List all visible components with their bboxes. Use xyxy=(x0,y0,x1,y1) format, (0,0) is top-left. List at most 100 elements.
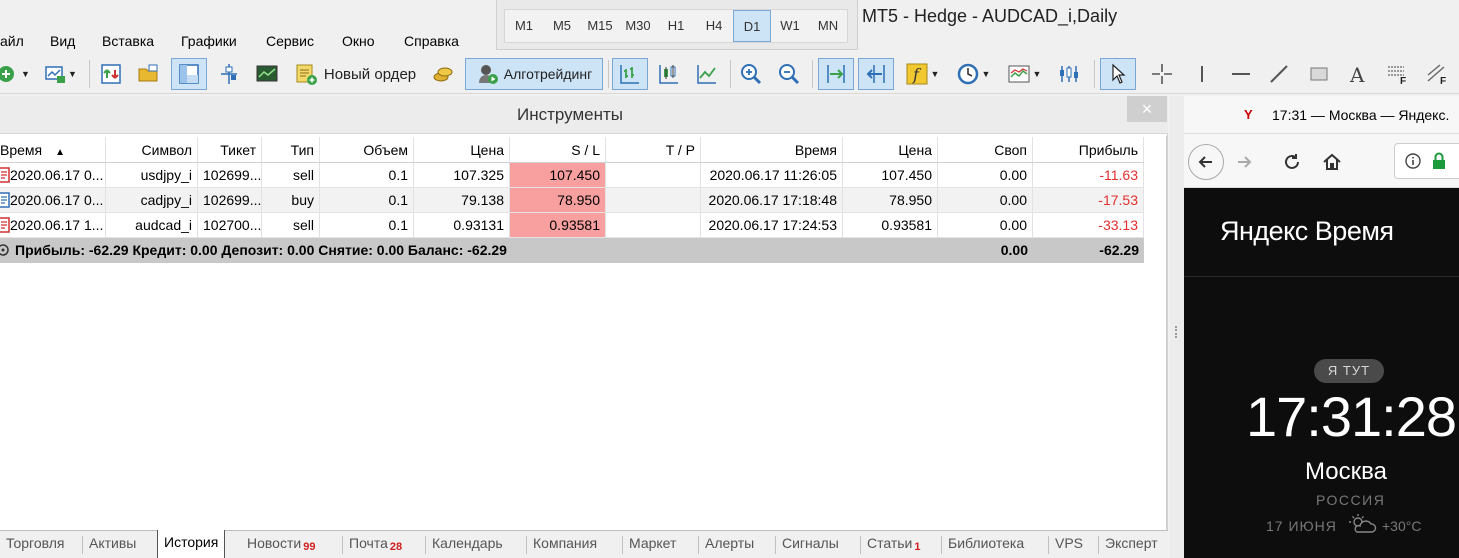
autoscroll-button[interactable] xyxy=(818,58,854,90)
tab-9[interactable]: Алерты xyxy=(699,531,760,558)
cursor-button[interactable] xyxy=(1100,58,1136,90)
toolbox-icon xyxy=(221,64,237,84)
strategy-tester-button[interactable] xyxy=(251,58,283,90)
terminal-window: MT5 - Hedge - AUDCAD_i,Daily M1 M5 M15 M30 H… xyxy=(0,0,1459,558)
country-name: РОССИЯ xyxy=(1316,492,1386,508)
chart-shift-button[interactable] xyxy=(858,58,894,90)
table-row[interactable]: 2020.06.17 1... audcad_i 102700... sell 0.1 0… xyxy=(0,213,1144,238)
fibonacci-button[interactable]: F xyxy=(1380,58,1414,90)
column-header-volume[interactable]: Объем xyxy=(320,137,414,162)
column-header-close-time[interactable]: Время xyxy=(701,137,843,162)
close-panel-button[interactable]: × xyxy=(1127,96,1167,122)
column-header-symbol[interactable]: Символ xyxy=(106,137,198,162)
menu-file[interactable]: айл xyxy=(0,33,24,49)
timeframe-m1-button[interactable]: M1 xyxy=(505,10,543,42)
text-button[interactable]: A xyxy=(1342,58,1374,90)
tab-5[interactable]: Почта 28 xyxy=(343,531,408,558)
timeframe-mn-button[interactable]: MN xyxy=(809,10,847,42)
new-order-button[interactable]: Новый ордер xyxy=(290,58,420,90)
tab-6[interactable]: Календарь xyxy=(426,531,509,558)
browser-tab[interactable]: Y 17:31 — Москва — Яндекс. xyxy=(1184,96,1459,134)
cell-type: buy xyxy=(262,188,320,212)
yandex-time-logo[interactable]: Яндекс Время xyxy=(1220,216,1394,247)
navigator-button[interactable] xyxy=(171,58,207,90)
zoom-in-button[interactable] xyxy=(735,58,767,90)
column-header-ticket[interactable]: Тикет xyxy=(198,137,262,162)
summary-swap: 0.00 xyxy=(1000,242,1028,258)
new-chart-button[interactable]: ▼ xyxy=(0,58,30,90)
table-row[interactable]: 2020.06.17 0... usdjpy_i 102699... sell 0.1 1… xyxy=(0,163,1144,188)
column-header-price[interactable]: Цена xyxy=(414,137,510,162)
tab-2[interactable]: Активы xyxy=(83,531,142,558)
tab-14[interactable]: Эксперт xyxy=(1099,531,1164,558)
reload-button[interactable] xyxy=(1274,144,1310,180)
menu-view[interactable]: Вид xyxy=(50,33,75,49)
address-bar[interactable] xyxy=(1394,143,1459,179)
tab-separator xyxy=(860,536,861,554)
zoom-out-button[interactable] xyxy=(773,58,805,90)
market-watch-button[interactable] xyxy=(95,58,127,90)
tab-13[interactable]: VPS xyxy=(1049,531,1089,558)
timeframe-m5-button[interactable]: M5 xyxy=(543,10,581,42)
column-header-tp[interactable]: T / P xyxy=(606,137,701,162)
tab-3[interactable]: История xyxy=(157,530,226,558)
depth-of-market-button[interactable] xyxy=(426,58,460,90)
column-header-swap[interactable]: Своп xyxy=(938,137,1033,162)
horizontal-line-button[interactable] xyxy=(1225,58,1257,90)
toolbar-separator xyxy=(812,60,813,88)
rectangle-button[interactable] xyxy=(1303,58,1335,90)
channel-button[interactable]: F xyxy=(1420,58,1454,90)
menu-charts[interactable]: Графики xyxy=(181,33,237,49)
menu-tools[interactable]: Сервис xyxy=(266,33,314,49)
tab-11[interactable]: Статьи 1 xyxy=(861,531,927,558)
objects-button[interactable] xyxy=(1052,58,1086,90)
column-header-profit[interactable]: Прибыль xyxy=(1033,137,1144,162)
vertical-line-button[interactable] xyxy=(1186,58,1218,90)
crosshair-button[interactable] xyxy=(1146,58,1178,90)
window-splitter[interactable] xyxy=(1170,96,1184,558)
tab-1[interactable]: Торговля xyxy=(0,531,70,558)
toolbox-button[interactable] xyxy=(213,58,245,90)
column-header-type[interactable]: Тип xyxy=(262,137,320,162)
coins-icon xyxy=(433,67,453,82)
periods-button[interactable]: ▼ xyxy=(950,58,996,90)
menu-window[interactable]: Окно xyxy=(342,33,375,49)
menu-insert[interactable]: Вставка xyxy=(102,33,154,49)
tab-8[interactable]: Маркет xyxy=(623,531,682,558)
tab-4[interactable]: Новости 99 xyxy=(241,531,321,558)
column-header-sl[interactable]: S / L xyxy=(510,137,606,162)
timeframe-m15-button[interactable]: M15 xyxy=(581,10,619,42)
candlestick-button[interactable] xyxy=(652,58,686,90)
forward-button[interactable] xyxy=(1226,144,1262,180)
algotrading-button[interactable]: Алготрейдинг xyxy=(465,58,603,90)
profiles-icon xyxy=(45,66,66,83)
timeframe-w1-button[interactable]: W1 xyxy=(771,10,809,42)
svg-text:F: F xyxy=(1440,76,1446,86)
templates-button[interactable]: ▼ xyxy=(1000,58,1048,90)
home-button[interactable] xyxy=(1314,144,1350,180)
indicators-button[interactable]: f ▼ xyxy=(898,58,946,90)
bar-chart-button[interactable] xyxy=(612,58,648,90)
summary-profit: -62.29 xyxy=(1099,242,1139,258)
timeframe-d1-button[interactable]: D1 xyxy=(733,10,771,42)
tab-12[interactable]: Библиотека xyxy=(942,531,1030,558)
column-header-time[interactable]: Время ▲ xyxy=(0,137,106,162)
data-window-button[interactable] xyxy=(133,58,165,90)
menu-help[interactable]: Справка xyxy=(404,33,459,49)
tab-10[interactable]: Сигналы xyxy=(776,531,845,558)
table-row[interactable]: 2020.06.17 0... cadjpy_i 102699... buy 0.1 79… xyxy=(0,188,1144,213)
tab-7[interactable]: Компания xyxy=(527,531,603,558)
tab-label: Эксперт xyxy=(1105,535,1158,551)
trend-line-button[interactable] xyxy=(1263,58,1295,90)
horizontal-line-icon xyxy=(1232,73,1250,75)
line-chart-button[interactable] xyxy=(690,58,724,90)
timeframe-h4-button[interactable]: H4 xyxy=(695,10,733,42)
timeframe-m30-button[interactable]: M30 xyxy=(619,10,657,42)
tab-separator xyxy=(775,536,776,554)
profiles-button[interactable]: ▼ xyxy=(38,58,82,90)
strategy-tester-icon xyxy=(256,65,278,82)
history-table: Время ▲ Символ Тикет Тип Объем Цена S / L… xyxy=(0,137,1144,263)
column-header-close-price[interactable]: Цена xyxy=(843,137,938,162)
timeframe-h1-button[interactable]: H1 xyxy=(657,10,695,42)
back-button[interactable] xyxy=(1188,144,1224,180)
